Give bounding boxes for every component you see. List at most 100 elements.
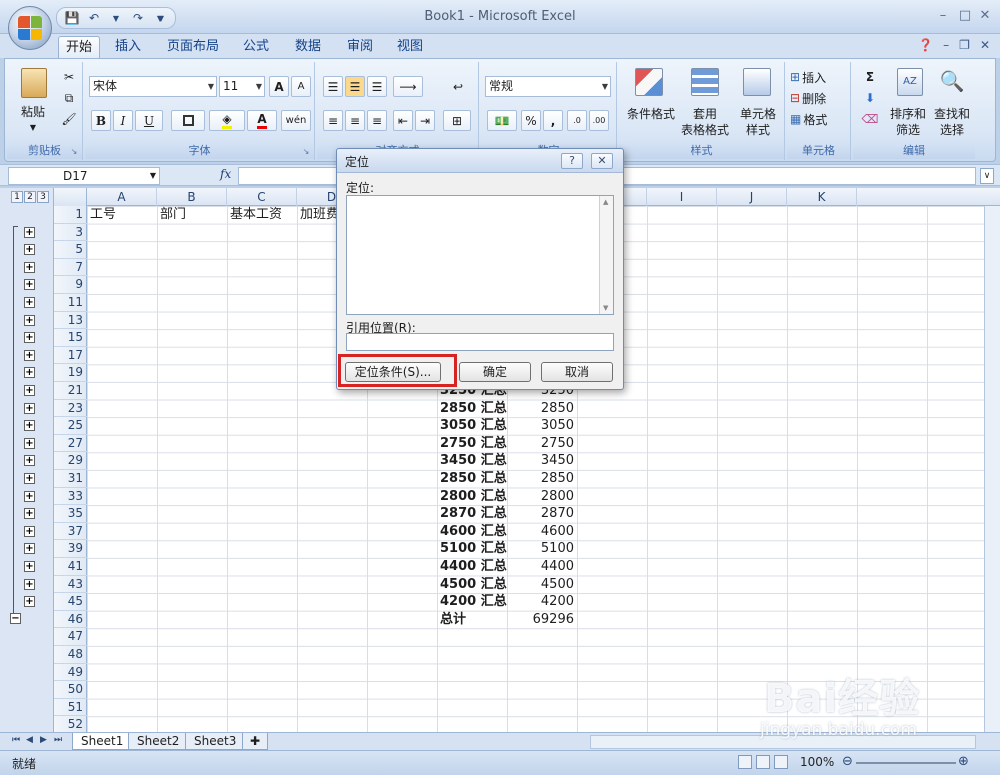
expand-formula-icon[interactable]: ∨ [980, 168, 994, 184]
scroll-up-icon[interactable]: ▲ [603, 198, 608, 206]
outline-expand-button[interactable]: + [24, 279, 35, 291]
align-left-icon[interactable]: ≡ [323, 110, 343, 131]
name-box[interactable]: D17 ▼ [8, 167, 160, 185]
font-name-combo[interactable]: 宋体 ▼ [89, 76, 217, 97]
increase-indent-icon[interactable]: ⇥ [415, 110, 435, 131]
column-header[interactable]: C [227, 188, 297, 206]
select-all-corner[interactable] [54, 188, 87, 206]
zoom-level[interactable]: 100% [800, 755, 834, 769]
cell-styles-label-1[interactable]: 单元格 [733, 106, 783, 122]
row-header[interactable]: 27 [54, 435, 87, 453]
dialog-close-button[interactable]: ✕ [591, 153, 613, 169]
cell-subtotal-label[interactable]: 4400 汇总 [440, 558, 550, 575]
row-header[interactable]: 11 [54, 294, 87, 312]
cell-subtotal-label[interactable]: 2750 汇总 [440, 435, 550, 452]
outline-expand-button[interactable]: + [24, 561, 35, 572]
fill-color-button[interactable]: ◈ [209, 110, 245, 131]
cancel-button[interactable]: 取消 [541, 362, 613, 382]
find-select-label-1[interactable]: 查找和 [929, 106, 975, 122]
fill-down-icon[interactable]: ⬇ [857, 89, 883, 107]
reference-input[interactable] [346, 333, 614, 351]
row-header[interactable]: 21 [54, 382, 87, 400]
cell-header-base-pay[interactable]: 基本工资 [230, 206, 294, 223]
clipboard-launcher-icon[interactable]: ↘ [69, 147, 79, 157]
ribbon-close-icon[interactable]: ✕ [980, 38, 990, 52]
page-layout-view-icon[interactable] [756, 755, 770, 769]
merge-cells-icon[interactable]: ⊞ [443, 110, 471, 131]
percent-button[interactable]: % [521, 110, 541, 131]
cell-subtotal-label[interactable]: 4500 汇总 [440, 576, 550, 593]
tab-formulas[interactable]: 公式 [236, 36, 276, 58]
decrease-decimal-icon[interactable]: .00 [589, 110, 609, 131]
zoom-in-icon[interactable]: ⊕ [958, 754, 969, 769]
row-header[interactable]: 15 [54, 329, 87, 347]
align-bottom-icon[interactable]: ☰ [367, 76, 387, 97]
currency-icon[interactable]: 💵 [487, 110, 517, 131]
first-sheet-icon[interactable]: ⏮ [12, 735, 20, 745]
row-header[interactable]: 9 [54, 276, 87, 294]
row-header[interactable]: 25 [54, 417, 87, 435]
outline-expand-button[interactable]: + [24, 349, 35, 361]
cell-subtotal-label[interactable]: 3050 汇总 [440, 417, 550, 434]
last-sheet-icon[interactable]: ⏭ [54, 735, 62, 745]
page-break-view-icon[interactable] [774, 755, 788, 769]
wrap-text-icon[interactable]: ↩ [447, 76, 469, 97]
align-middle-icon[interactable]: ☰ [345, 76, 365, 97]
outline-expand-button[interactable]: + [24, 578, 35, 590]
outline-expand-button[interactable]: + [24, 367, 35, 379]
tab-data[interactable]: 数据 [288, 36, 328, 58]
row-header[interactable]: 33 [54, 488, 87, 506]
row-header[interactable]: 23 [54, 400, 87, 418]
cell-subtotal-label[interactable]: 2800 汇总 [440, 488, 550, 505]
outline-expand-button[interactable]: + [24, 261, 35, 273]
row-header[interactable]: 37 [54, 523, 87, 541]
outline-expand-button[interactable]: + [24, 314, 35, 326]
grow-font-button[interactable]: A [269, 76, 289, 97]
row-header[interactable]: 43 [54, 576, 87, 594]
next-sheet-icon[interactable]: ▶ [40, 735, 47, 745]
row-header[interactable]: 48 [54, 646, 87, 664]
listbox-scrollbar[interactable]: ▲ ▼ [599, 196, 613, 314]
row-header[interactable]: 13 [54, 312, 87, 330]
paste-icon[interactable] [21, 68, 47, 98]
outline-expand-button[interactable]: + [24, 385, 35, 396]
outline-expand-button[interactable]: + [24, 226, 35, 238]
cell-subtotal-label[interactable]: 2850 汇总 [440, 400, 550, 417]
outline-expand-button[interactable]: + [24, 543, 35, 555]
clear-icon[interactable]: ⌫ [857, 110, 883, 128]
cell-header-id[interactable]: 工号 [90, 206, 154, 223]
sort-filter-label-1[interactable]: 排序和 [885, 106, 931, 122]
column-header[interactable]: K [787, 188, 857, 206]
orientation-icon[interactable]: ⟶ [393, 76, 423, 97]
insert-cells-button[interactable]: ⊞ 插入 [789, 68, 849, 86]
cut-icon[interactable]: ✂ [59, 68, 79, 86]
font-color-button[interactable]: A [247, 110, 277, 131]
comma-button[interactable]: , [543, 110, 563, 131]
copy-icon[interactable]: ⧉ [59, 89, 79, 107]
normal-view-icon[interactable] [738, 755, 752, 769]
shrink-font-button[interactable]: A [291, 76, 311, 97]
outline-expand-button[interactable]: + [24, 473, 35, 484]
row-header[interactable]: 46 [54, 611, 87, 629]
ribbon-restore-icon[interactable]: ❐ [959, 38, 970, 52]
italic-button[interactable]: I [113, 110, 133, 131]
row-header[interactable]: 45 [54, 593, 87, 611]
row-header[interactable]: 17 [54, 347, 87, 365]
outline-collapse-button[interactable]: − [10, 613, 21, 624]
outline-expand-button[interactable]: + [24, 508, 35, 520]
align-center-icon[interactable]: ≡ [345, 110, 365, 131]
minimize-button[interactable]: – [934, 8, 952, 24]
row-header[interactable]: 31 [54, 470, 87, 488]
office-button[interactable] [8, 6, 52, 50]
paste-dropdown-icon[interactable]: ▼ [21, 120, 45, 136]
font-size-combo[interactable]: 11 ▼ [219, 76, 265, 97]
cell-header-dept[interactable]: 部门 [160, 206, 224, 223]
row-header[interactable]: 49 [54, 664, 87, 682]
cell-subtotal-label[interactable]: 5100 汇总 [440, 540, 550, 557]
binoculars-icon[interactable]: 🔍 [939, 68, 965, 96]
zoom-slider[interactable] [856, 762, 956, 764]
help-icon[interactable]: ❓ [918, 38, 933, 52]
outline-expand-button[interactable]: + [24, 244, 35, 256]
row-header[interactable]: 50 [54, 681, 87, 699]
autosum-button[interactable]: Σ [857, 68, 883, 86]
